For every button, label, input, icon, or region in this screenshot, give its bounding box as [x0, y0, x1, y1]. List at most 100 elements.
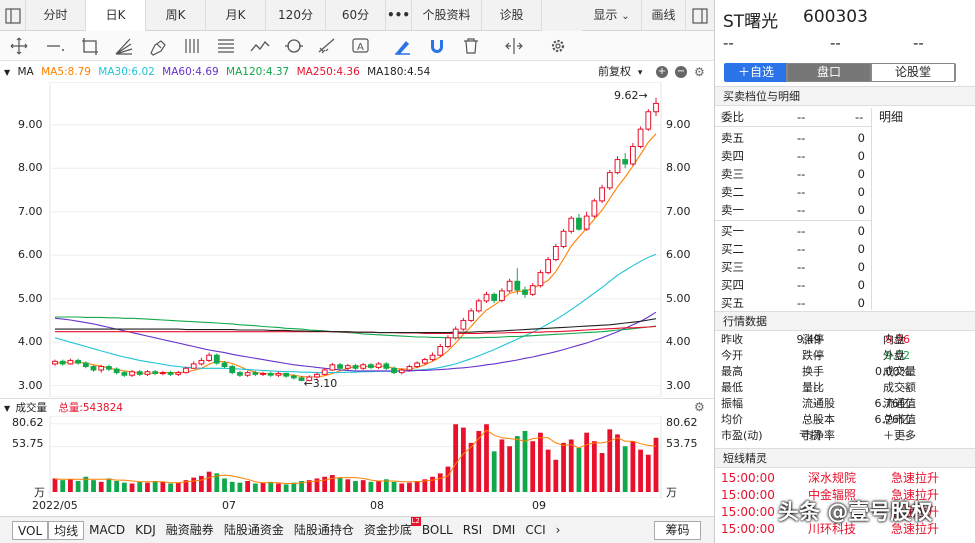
low-price-marker: ←3.10: [303, 377, 338, 391]
tab-60min[interactable]: 60分: [326, 0, 386, 31]
pen-tool-icon[interactable]: [145, 31, 171, 61]
fan-tool-icon[interactable]: [110, 31, 136, 61]
candle-body: [229, 366, 236, 374]
tab-order-book[interactable]: 盘口: [788, 64, 870, 81]
quote-label[interactable]: ＋更多: [883, 428, 916, 444]
candle-body: [552, 246, 559, 261]
chevron-right-icon[interactable]: ›: [551, 521, 566, 540]
add-indicator-icon[interactable]: +: [656, 66, 668, 78]
tab-intraday[interactable]: 分时: [26, 0, 86, 31]
kline-chart[interactable]: 9.00 9.00 8.00 8.00 7.00 7.00 6.00 6.00 5.00 5.00…: [0, 81, 714, 398]
chips-button[interactable]: 筹码: [654, 521, 701, 540]
gear-icon[interactable]: [545, 31, 571, 61]
indicator-tab-ma[interactable]: 均线: [48, 520, 85, 540]
gear-icon[interactable]: ⚙: [694, 65, 705, 79]
indicator-tab-vol[interactable]: VOL: [12, 520, 49, 540]
text-tool-icon[interactable]: A: [348, 31, 374, 61]
tab-weekly-k[interactable]: 周K: [146, 0, 206, 31]
tab-monthly-k[interactable]: 月K: [206, 0, 266, 31]
tab-forum[interactable]: 论股堂: [872, 64, 954, 81]
indicator-tab-hk-flow[interactable]: 陆股通资金: [219, 521, 289, 540]
candle-body: [213, 354, 220, 364]
collapse-arrow-icon[interactable]: ▼: [4, 68, 10, 77]
adjust-dropdown[interactable]: 前复权 ▾: [598, 62, 646, 82]
crop-tool-icon[interactable]: [76, 31, 102, 61]
volume-bar: [106, 478, 112, 492]
volume-bar: [391, 481, 397, 492]
remove-indicator-icon[interactable]: −: [675, 66, 687, 78]
level-volume: 0: [857, 131, 865, 145]
candle-body: [391, 367, 397, 374]
indicator-tab-cci[interactable]: CCI: [520, 521, 550, 540]
sidebar-toggle-left-icon[interactable]: [0, 0, 26, 31]
quote-label: 最高: [721, 365, 743, 378]
candle-body: [98, 366, 105, 371]
trash-icon[interactable]: [458, 31, 484, 61]
candle-body: [260, 372, 266, 375]
tab-more[interactable]: •••: [386, 0, 412, 31]
list-tool-icon[interactable]: [213, 31, 239, 61]
candle-body: [167, 372, 174, 375]
indicator-tab-hk-holding[interactable]: 陆股通持仓: [289, 521, 359, 540]
display-dropdown[interactable]: 显示 ⌄: [582, 0, 642, 31]
volume-bar: [538, 432, 543, 492]
candle-body: [283, 372, 290, 377]
tab-daily-k[interactable]: 日K: [86, 0, 146, 31]
bars-tool-icon[interactable]: [180, 31, 206, 61]
indicator-tab-dmi[interactable]: DMI: [487, 521, 520, 540]
level-label: 买一: [721, 224, 744, 238]
candle-body: [522, 289, 528, 295]
candle-body: [352, 365, 359, 369]
elves-time: 15:00:00: [721, 471, 775, 485]
wave-tool-icon[interactable]: [247, 31, 273, 61]
tab-diagnosis[interactable]: 诊股: [482, 0, 542, 31]
candle-body: [537, 272, 544, 287]
asks-row: 卖三 -- 0: [715, 165, 871, 183]
candle-body: [614, 159, 621, 174]
tab-120min[interactable]: 120分: [266, 0, 326, 31]
indicator-tab-bottom-fishing[interactable]: 资金抄底 L2: [359, 516, 421, 540]
candle-body: [429, 354, 436, 361]
split-view-icon[interactable]: [501, 31, 527, 61]
bids-row: 买一 -- 0: [715, 222, 871, 240]
indicator-tab-rsi[interactable]: RSI: [458, 521, 488, 540]
candle-body: [568, 217, 575, 232]
candle-body: [206, 354, 212, 361]
magnet-tool-icon[interactable]: [424, 31, 450, 61]
volume-bar: [276, 483, 281, 492]
sidebar-toggle-right-icon[interactable]: [686, 0, 714, 31]
collapse-arrow-icon[interactable]: ▼: [4, 404, 10, 413]
candle-body: [67, 359, 74, 365]
volume-chart[interactable]: 80.62 53.75 万 80.62 53.75 万: [0, 415, 714, 499]
price-tick-right: 8.00: [666, 161, 691, 175]
volume-bar: [360, 480, 366, 492]
candle-body: [82, 362, 89, 368]
price-tick: 8.00: [18, 161, 43, 175]
ruler-tool-icon[interactable]: [314, 31, 340, 61]
crosshair-move-icon[interactable]: [6, 31, 32, 61]
tab-company-profile[interactable]: 个股资料: [412, 0, 482, 31]
quote-label: 流通值: [883, 397, 916, 410]
quote-row: 最低 -- 量比 -- 成交额: [715, 380, 975, 396]
line-tool-icon[interactable]: [42, 31, 68, 61]
gear-icon[interactable]: ⚙: [694, 400, 705, 414]
volume-tick-mid-right: 53.75: [666, 437, 698, 450]
level-price: --: [797, 131, 806, 145]
candle-body: [190, 363, 197, 369]
cycle-tool-icon[interactable]: [281, 31, 307, 61]
indicator-tab-macd[interactable]: MACD: [84, 521, 130, 540]
indicator-tab-kdj[interactable]: KDJ: [130, 521, 161, 540]
indicator-tab-boll[interactable]: BOLL: [417, 521, 458, 540]
candle-body: [136, 371, 143, 375]
volume-label: 成交量: [15, 402, 48, 414]
level-price: --: [797, 296, 806, 310]
indicator-tab-margin[interactable]: 融资融券: [161, 521, 219, 540]
draw-line-button[interactable]: 画线: [642, 0, 686, 31]
brush-tool-icon[interactable]: [390, 31, 416, 61]
candle-body: [529, 285, 536, 295]
elves-row[interactable]: 15:00:00 深水规院 急速拉升: [715, 470, 975, 487]
add-watchlist-button[interactable]: ＋自选: [724, 63, 788, 82]
volume-bar: [407, 482, 412, 492]
chart-tab-bar: 分时 日K 周K 月K 120分 60分 ••• 个股资料 诊股 显示 ⌄ 画线: [0, 0, 714, 31]
volume-bar: [468, 442, 474, 492]
